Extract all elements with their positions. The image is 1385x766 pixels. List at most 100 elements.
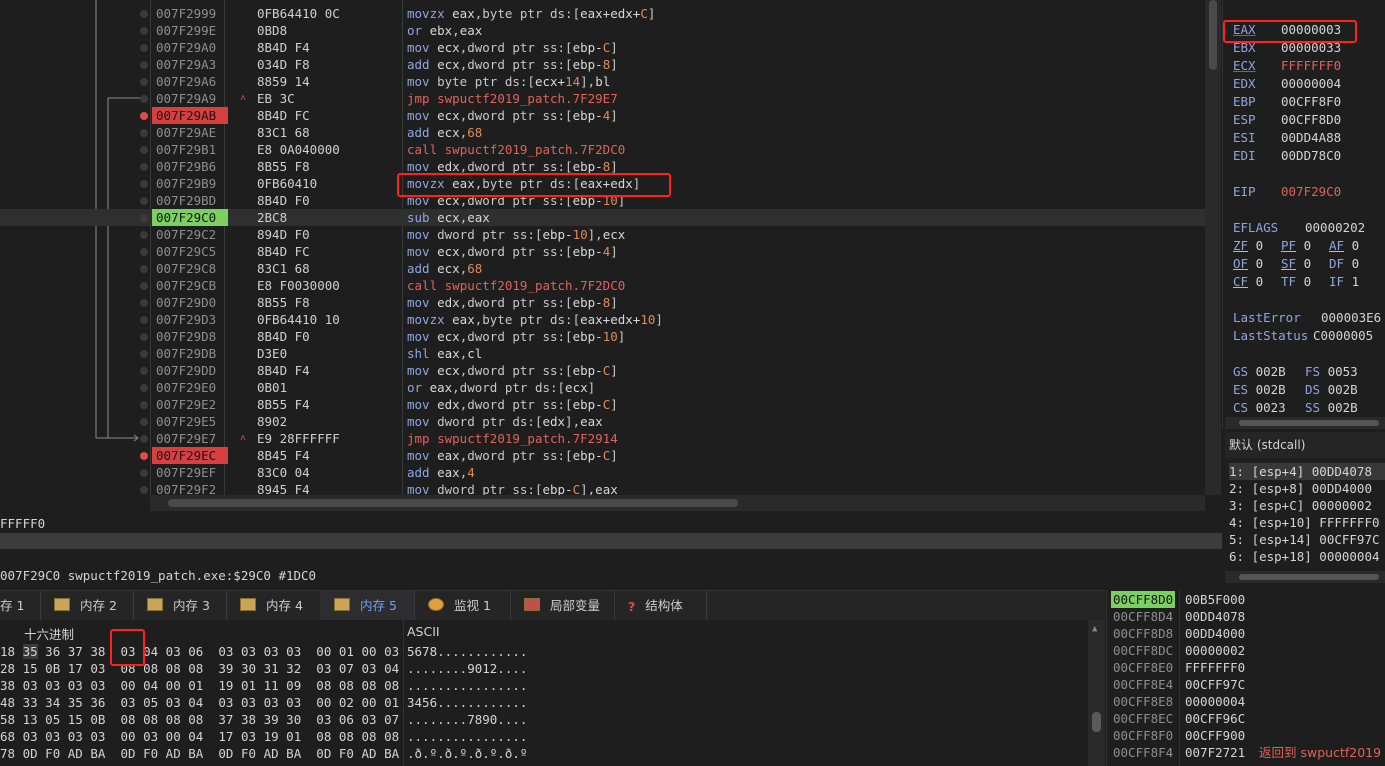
dump-byte[interactable]: 08: [166, 661, 181, 676]
dump-byte[interactable]: 03: [264, 644, 279, 659]
dump-byte[interactable]: 03: [286, 695, 301, 710]
dump-byte[interactable]: AD: [361, 746, 376, 761]
stack-argument[interactable]: 6: [esp+18] 00000004: [1229, 548, 1380, 565]
dump-byte[interactable]: 17: [218, 729, 233, 744]
dump-byte[interactable]: 03: [264, 695, 279, 710]
segment-row[interactable]: GS 002B FS 0053: [1233, 363, 1377, 381]
arguments-horizontal-scrollbar[interactable]: [1225, 571, 1385, 583]
register-value[interactable]: 00DD78C0: [1281, 148, 1341, 163]
segment-register[interactable]: GS 002B: [1233, 363, 1305, 381]
dump-byte[interactable]: 03: [286, 644, 301, 659]
dump-byte[interactable]: BA: [188, 746, 203, 761]
eflags-row[interactable]: EFLAGS 00000202: [1233, 219, 1365, 237]
dump-byte[interactable]: 07: [339, 661, 354, 676]
dump-byte[interactable]: 08: [339, 678, 354, 693]
dump-byte[interactable]: 04: [143, 644, 158, 659]
stack-row[interactable]: 00CFF8D0 00B5F000: [1107, 591, 1385, 608]
dump-byte[interactable]: 00: [361, 644, 376, 659]
dump-byte[interactable]: 01: [339, 644, 354, 659]
dump-row[interactable]: 38 03 03 03 03 00 04 00 01 19 01 11 09 0…: [0, 677, 527, 694]
flags-row[interactable]: CF 0 TF 0 IF 1: [1233, 273, 1377, 291]
register-value[interactable]: 007F29C0: [1281, 184, 1341, 199]
segment-register[interactable]: FS 0053: [1305, 363, 1377, 381]
disasm-row[interactable]: 007F29CB E8 F0030000 call swpuctf2019_patc…: [0, 277, 1205, 294]
dump-byte[interactable]: 03: [68, 678, 83, 693]
breakpoint-dot[interactable]: [140, 316, 148, 324]
dump-byte[interactable]: 06: [188, 644, 203, 659]
breakpoint-dot[interactable]: [140, 367, 148, 375]
dump-byte[interactable]: 00: [361, 695, 376, 710]
breakpoint-dot[interactable]: [140, 146, 148, 154]
dump-byte[interactable]: 03: [90, 678, 105, 693]
tab-5[interactable]: 内存 5: [320, 591, 415, 623]
disasm-row[interactable]: 007F29EC 8B45 F4 mov eax,dword ptr ss:[ebp…: [0, 447, 1205, 464]
tab-3[interactable]: 内存 3: [133, 591, 227, 621]
dump-byte[interactable]: 00: [316, 695, 331, 710]
disasm-row[interactable]: 007F29C8 83C1 68 add ecx,68: [0, 260, 1205, 277]
disassembly-view[interactable]: 007F2999 0FB64410 0C movzx eax,byte ptr ds…: [0, 0, 1222, 512]
dump-byte[interactable]: 03: [361, 661, 376, 676]
dump-byte[interactable]: 34: [45, 695, 60, 710]
dump-byte[interactable]: 09: [286, 678, 301, 693]
dump-byte[interactable]: 01: [286, 729, 301, 744]
registers-panel[interactable]: EAX 00000003 EBX 00000033 ECX FFFFFFF0 EDX 0000…: [1222, 0, 1385, 430]
flag[interactable]: TF 0: [1281, 273, 1329, 291]
dump-byte[interactable]: 08: [361, 729, 376, 744]
breakpoint-dot[interactable]: [140, 180, 148, 188]
dump-byte[interactable]: 03: [166, 695, 181, 710]
dump-byte[interactable]: 05: [45, 712, 60, 727]
register-value[interactable]: FFFFFFF0: [1281, 58, 1341, 73]
dump-byte[interactable]: F0: [45, 746, 60, 761]
tab-1[interactable]: 存 1: [0, 591, 41, 621]
dump-byte[interactable]: 03: [218, 644, 233, 659]
segment-register[interactable]: CS 0023: [1233, 399, 1305, 417]
dump-byte[interactable]: 01: [241, 678, 256, 693]
flag[interactable]: SF 0: [1281, 255, 1329, 273]
disasm-row[interactable]: 007F29E2 8B55 F4 mov edx,dword ptr ss:[ebp…: [0, 396, 1205, 413]
dump-row[interactable]: 18 35 36 37 38 03 04 03 06 03 03 03 03 0…: [0, 643, 527, 660]
dump-byte[interactable]: 08: [188, 712, 203, 727]
register-row[interactable]: ECX FFFFFFF0: [1233, 57, 1341, 75]
stack-row[interactable]: 00CFF8F4 007F2721 返回到 swpuctf2019: [1107, 744, 1385, 761]
disasm-row[interactable]: 007F29A0 8B4D F4 mov ecx,dword ptr ss:[ebp…: [0, 39, 1205, 56]
stack-row[interactable]: 00CFF8F0 00CFF900: [1107, 727, 1385, 744]
dump-byte[interactable]: 03: [361, 712, 376, 727]
stack-argument[interactable]: 2: [esp+8] 00DD4000: [1229, 480, 1372, 497]
breakpoint-dot[interactable]: [140, 78, 148, 86]
breakpoint-dot[interactable]: [140, 163, 148, 171]
dump-byte[interactable]: 03: [23, 729, 38, 744]
dump-byte[interactable]: 08: [143, 712, 158, 727]
dump-byte[interactable]: 0D: [316, 746, 331, 761]
register-value[interactable]: 00DD4A88: [1281, 130, 1341, 145]
dump-byte[interactable]: 08: [316, 678, 331, 693]
disasm-row[interactable]: 007F29EF 83C0 04 add eax,4: [0, 464, 1205, 481]
register-row[interactable]: EIP 007F29C0: [1233, 183, 1341, 201]
dump-byte[interactable]: BA: [286, 746, 301, 761]
segment-register[interactable]: DS 002B: [1305, 381, 1377, 399]
segment-register[interactable]: SS 002B: [1305, 399, 1377, 417]
stack-value[interactable]: 00B5F000: [1185, 591, 1245, 608]
breakpoint-dot[interactable]: [140, 44, 148, 52]
dump-vertical-scrollbar[interactable]: ▲: [1088, 620, 1105, 766]
breakpoint-dot[interactable]: [140, 435, 148, 443]
dump-byte[interactable]: 03: [218, 695, 233, 710]
breakpoint-dot[interactable]: [140, 197, 148, 205]
breakpoint-dot[interactable]: [140, 10, 148, 18]
register-row[interactable]: ESI 00DD4A88: [1233, 129, 1341, 147]
register-value[interactable]: 00000004: [1281, 76, 1341, 91]
dump-byte[interactable]: 04: [384, 661, 399, 676]
stack-value[interactable]: 00000004: [1185, 693, 1245, 710]
disasm-row[interactable]: 007F299E 0BD8 or ebx,eax: [0, 22, 1205, 39]
stack-value[interactable]: 00DD4000: [1185, 625, 1245, 642]
dump-byte[interactable]: 39: [264, 712, 279, 727]
memory-dump[interactable]: 十六进制 ASCII 18 35 36 37 38 03 04 03 06 03…: [0, 620, 1105, 766]
disasm-row[interactable]: 007F29D3 0FB64410 10 movzx eax,byte ptr ds…: [0, 311, 1205, 328]
dump-byte[interactable]: 19: [264, 729, 279, 744]
stack-row[interactable]: 00CFF8E0 FFFFFFF0: [1107, 659, 1385, 676]
disasm-row[interactable]: 007F29D0 8B55 F8 mov edx,dword ptr ss:[ebp…: [0, 294, 1205, 311]
dump-byte[interactable]: 00: [166, 678, 181, 693]
disasm-row[interactable]: 007F29A6 8859 14 mov byte ptr ds:[ecx+14],…: [0, 73, 1205, 90]
disasm-horizontal-scrollbar[interactable]: [150, 495, 1205, 511]
disasm-row[interactable]: 007F29D8 8B4D F0 mov ecx,dword ptr ss:[ebp…: [0, 328, 1205, 345]
dump-byte[interactable]: 08: [339, 729, 354, 744]
